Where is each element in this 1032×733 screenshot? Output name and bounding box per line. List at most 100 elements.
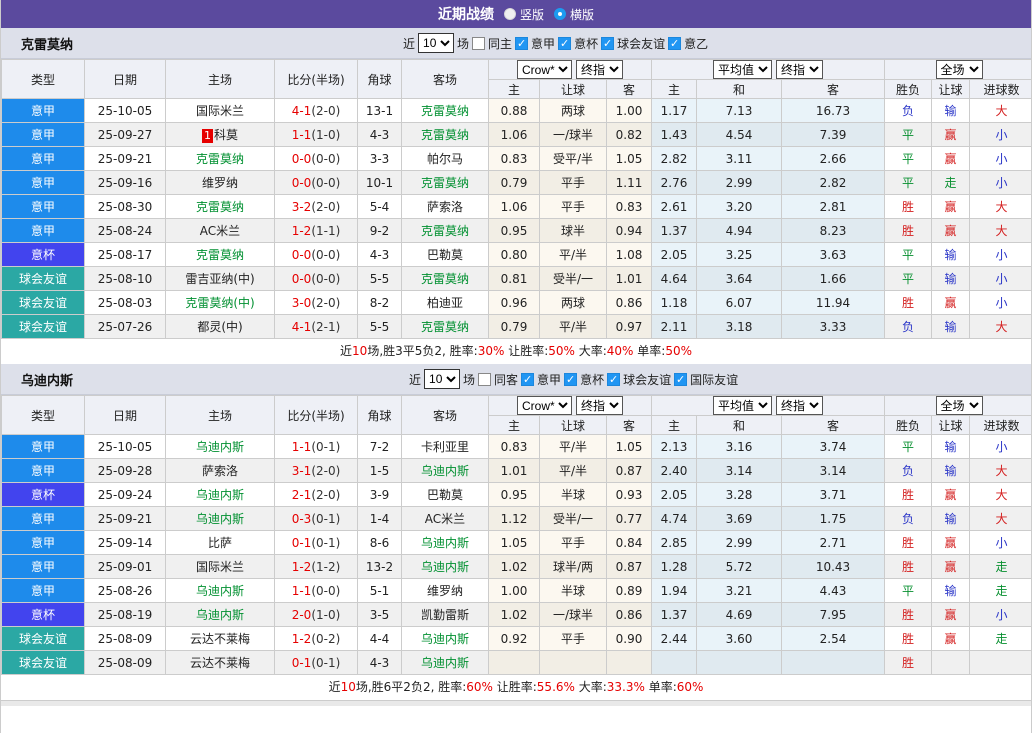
cell-result-handicap: 输 bbox=[931, 266, 971, 291]
result-value: 大 bbox=[995, 488, 1008, 502]
halftime-score: (1-0) bbox=[311, 127, 341, 142]
odds-company-select[interactable]: Crow* bbox=[517, 396, 572, 415]
cell-avg-draw: 3.21 bbox=[696, 578, 782, 603]
checkbox-competition-3[interactable]: ✓ bbox=[668, 36, 682, 50]
cell-result-goals: 小 bbox=[969, 170, 1031, 195]
away-team-name: 乌迪内斯 bbox=[420, 632, 469, 646]
checkbox-same-venue[interactable] bbox=[478, 372, 492, 386]
cell-odds-away: 0.93 bbox=[606, 482, 652, 507]
fulltime-score: 1-1 bbox=[291, 583, 312, 598]
cell-date: 25-09-21 bbox=[84, 506, 166, 531]
odds-time-select-1[interactable]: 终指 bbox=[576, 60, 623, 79]
fulltime-score: 0-0 bbox=[291, 247, 312, 262]
cell-result-goals: 大 bbox=[969, 194, 1031, 219]
odds-average-select[interactable]: 平均值 bbox=[713, 60, 772, 79]
checkbox-competition-2[interactable]: ✓ bbox=[601, 36, 615, 50]
cell-score: 0-1(0-1) bbox=[274, 530, 358, 555]
cell-avg-draw: 3.20 bbox=[696, 194, 782, 219]
section-summary: 近10场,胜6平2负2, 胜率:60% 让胜率:55.6% 大率:33.3% 单… bbox=[1, 675, 1031, 700]
radio-vertical-layout[interactable]: 竖版 bbox=[503, 6, 544, 23]
recent-count-select[interactable]: 10 bbox=[424, 369, 461, 389]
result-value: 赢 bbox=[944, 128, 957, 142]
odds-average-select[interactable]: 平均值 bbox=[713, 396, 772, 415]
cell-away-team: 柏迪亚 bbox=[401, 290, 489, 315]
home-team-name: 克雷莫纳 bbox=[195, 200, 244, 214]
odds-time-select-2[interactable]: 终指 bbox=[776, 60, 823, 79]
cell-odds-handicap: 球半 bbox=[539, 218, 607, 243]
cell-corners: 3-9 bbox=[357, 482, 402, 507]
checkbox-competition-label-0: 意甲 bbox=[531, 36, 556, 51]
cell-result-goals bbox=[969, 650, 1031, 675]
cell-result-outcome: 平 bbox=[884, 122, 933, 147]
checkbox-same-venue[interactable] bbox=[472, 36, 486, 50]
cell-odds-handicap: 半球 bbox=[539, 482, 607, 507]
cell-odds-home: 1.06 bbox=[488, 194, 540, 219]
cell-date: 25-08-10 bbox=[84, 266, 166, 291]
cell-date: 25-09-16 bbox=[84, 170, 166, 195]
cell-avg-home: 2.13 bbox=[651, 434, 697, 459]
cell-score: 1-2(1-1) bbox=[274, 218, 358, 243]
filter-group: 近 10 场同主 ✓ 意甲 ✓ 意杯 ✓ 球会友谊 ✓ 意乙 bbox=[403, 33, 708, 53]
result-value: 输 bbox=[944, 104, 957, 118]
radio-horizontal-layout[interactable]: 横版 bbox=[554, 6, 594, 23]
cell-match-type: 意甲 bbox=[1, 434, 85, 459]
halftime-score: (0-2) bbox=[311, 631, 341, 646]
cell-odds-home: 0.95 bbox=[488, 218, 540, 243]
cell-corners: 13-1 bbox=[357, 98, 402, 123]
cell-odds-handicap: 平手 bbox=[539, 626, 607, 651]
cell-odds-away: 0.86 bbox=[606, 290, 652, 315]
checkbox-competition-3[interactable]: ✓ bbox=[674, 372, 688, 386]
cell-result-goals: 小 bbox=[969, 242, 1031, 267]
cell-score: 0-1(0-1) bbox=[274, 650, 358, 675]
col-header-3: 比分(半场) bbox=[274, 59, 358, 99]
away-team-name: 凯勤雷斯 bbox=[420, 608, 469, 622]
checkbox-competition-2[interactable]: ✓ bbox=[607, 372, 621, 386]
odds-time-select-2[interactable]: 终指 bbox=[776, 396, 823, 415]
result-value: 走 bbox=[944, 176, 957, 190]
summary-segment: 大率: bbox=[574, 680, 607, 694]
cell-avg-home: 2.40 bbox=[651, 458, 697, 483]
radio-horizontal-icon[interactable] bbox=[554, 8, 566, 20]
fulltime-score: 1-2 bbox=[291, 559, 312, 574]
period-select[interactable]: 全场 bbox=[935, 60, 983, 79]
sub-header-3: 主 bbox=[651, 79, 697, 99]
radio-vertical-icon[interactable] bbox=[503, 8, 516, 20]
checkbox-competition-0[interactable]: ✓ bbox=[521, 372, 535, 386]
cell-away-team: 克雷莫纳 bbox=[401, 218, 489, 243]
cell-odds-handicap: 受半/一 bbox=[539, 506, 607, 531]
cell-avg-home: 1.94 bbox=[651, 578, 697, 603]
cell-date: 25-08-09 bbox=[84, 626, 166, 651]
halftime-score: (2-0) bbox=[311, 487, 341, 502]
home-team-name: 克雷莫纳(中) bbox=[185, 296, 255, 310]
period-select[interactable]: 全场 bbox=[935, 396, 983, 415]
cell-date: 25-07-26 bbox=[84, 314, 166, 339]
table-row: 意甲 25-09-28 萨索洛 3-1(2-0) 1-5 乌迪内斯 1.01 平/半 0.87 2… bbox=[1, 458, 1031, 483]
odds-company-select[interactable]: Crow* bbox=[517, 60, 572, 79]
cell-score: 2-1(2-0) bbox=[274, 482, 358, 507]
cell-result-outcome: 负 bbox=[884, 506, 933, 531]
checkbox-competition-0[interactable]: ✓ bbox=[515, 36, 529, 50]
col-header-2: 主场 bbox=[165, 59, 275, 99]
cell-result-outcome: 平 bbox=[884, 170, 933, 195]
col-header-0: 类型 bbox=[1, 59, 85, 99]
matches-table: 类型 日期 主场 比分(半场) 角球 客场 Crow* 终指 平均值 终指 全场主让球客主和客胜负让… bbox=[1, 395, 1031, 675]
cell-avg-draw bbox=[696, 650, 782, 675]
checkbox-competition-1[interactable]: ✓ bbox=[558, 36, 572, 50]
cell-result-outcome: 胜 bbox=[884, 482, 933, 507]
recent-count-select[interactable]: 10 bbox=[418, 33, 455, 53]
result-value: 小 bbox=[995, 272, 1008, 286]
result-value: 走 bbox=[995, 632, 1008, 646]
cell-score: 0-3(0-1) bbox=[274, 506, 358, 531]
cell-avg-home: 1.28 bbox=[651, 554, 697, 579]
checkbox-competition-1[interactable]: ✓ bbox=[564, 372, 578, 386]
cell-corners: 4-3 bbox=[357, 122, 402, 147]
home-team-name: 乌迪内斯 bbox=[195, 608, 244, 622]
fulltime-score: 4-1 bbox=[291, 103, 312, 118]
summary-segment: 30% bbox=[477, 344, 505, 358]
halftime-score: (0-0) bbox=[311, 247, 341, 262]
odds-time-select-1[interactable]: 终指 bbox=[576, 396, 623, 415]
result-value: 赢 bbox=[944, 632, 957, 646]
sub-header-3: 主 bbox=[651, 415, 697, 435]
filter-prefix-label: 近 bbox=[409, 372, 422, 387]
cell-away-team: 巴勒莫 bbox=[401, 482, 489, 507]
